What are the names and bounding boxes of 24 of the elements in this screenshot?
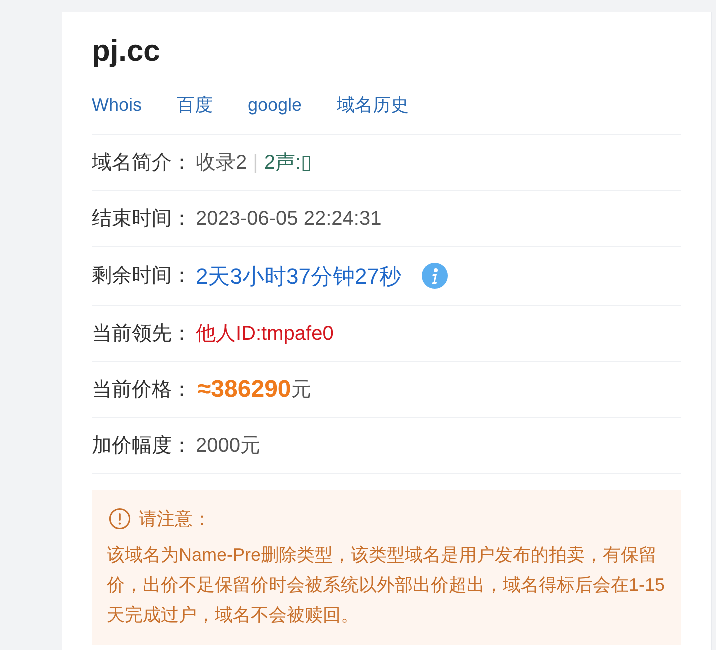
link[interactable]: 域名历史 bbox=[337, 91, 410, 119]
field-label: 剩余时间： bbox=[92, 264, 192, 289]
field-value: 收录2 bbox=[196, 150, 248, 176]
countdown-value: 2天3小时37分钟27秒 bbox=[196, 262, 402, 290]
price-value: ≈386290 bbox=[198, 374, 292, 404]
field-label: 当前价格： bbox=[92, 378, 192, 402]
field-value: 2声:▯ bbox=[264, 150, 312, 176]
field-label: 域名简介： bbox=[92, 150, 192, 176]
field-value: 2000元 bbox=[196, 434, 260, 458]
field-value: 2023-06-05 22:24:31 bbox=[196, 206, 382, 232]
warning-icon bbox=[109, 508, 131, 530]
link[interactable]: Whois bbox=[92, 91, 142, 119]
link[interactable]: google bbox=[248, 91, 302, 119]
field-label: 结束时间： bbox=[92, 206, 192, 232]
link[interactable]: 百度 bbox=[177, 91, 214, 119]
domain-title: pj.cc bbox=[92, 34, 160, 70]
notice-title: 请注意： bbox=[139, 508, 211, 531]
separator: | bbox=[253, 150, 258, 176]
field-label: 当前领先： bbox=[92, 322, 192, 346]
leader-value: 他人ID:tmpafe0 bbox=[196, 322, 334, 346]
price-unit: 元 bbox=[291, 378, 312, 402]
notice-text: 该域名为Name-Pre删除类型，该类型域名是用户发布的拍卖，有保留价，出价不足保留价时会被系统以外部出价超出，域名得标后会在1-15天完成过户，域名不会被赎回。 bbox=[107, 544, 666, 627]
field-label: 加价幅度： bbox=[92, 434, 192, 458]
info-icon[interactable] bbox=[422, 263, 448, 289]
